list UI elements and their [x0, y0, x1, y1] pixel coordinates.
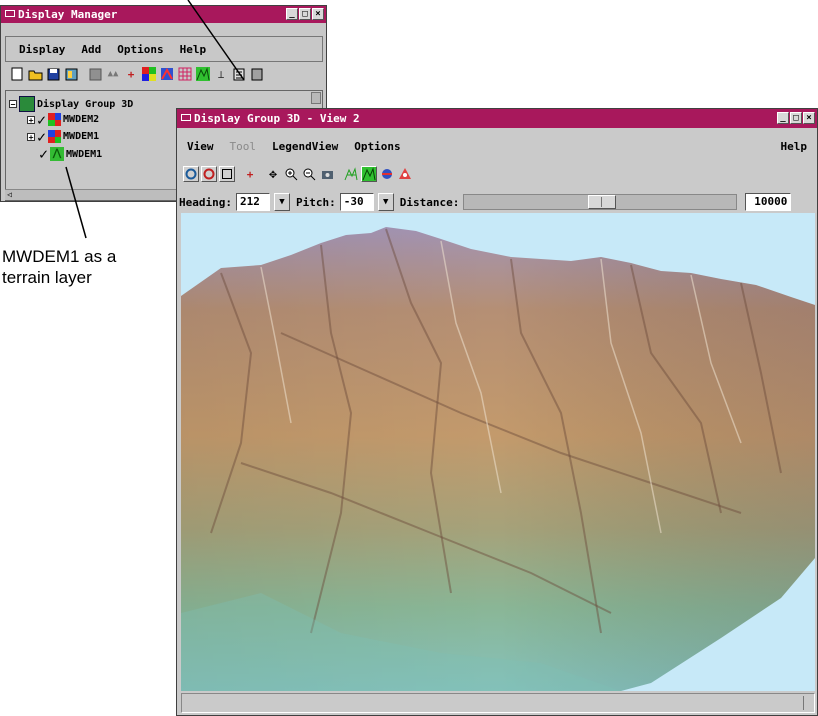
- list-icon[interactable]: [249, 66, 265, 82]
- add-raster-icon[interactable]: [141, 66, 157, 82]
- tree-layer-label: MWDEM2: [63, 114, 100, 125]
- add-terrain-icon[interactable]: [195, 66, 211, 82]
- raster-layer-icon: [48, 113, 62, 126]
- zoom-out-icon[interactable]: [301, 166, 317, 182]
- view-controls: Heading: 212 ▼ Pitch: -30 ▼ Distance: 10…: [179, 191, 815, 213]
- orbit-icon[interactable]: [379, 166, 395, 182]
- menu-options[interactable]: Options: [109, 43, 171, 56]
- menu-legendview[interactable]: LegendView: [264, 140, 346, 153]
- display-manager-title: Display Manager: [18, 8, 118, 21]
- annotation-line-1: MWDEM1 as a: [2, 247, 117, 266]
- add-text-icon[interactable]: ⊥: [213, 66, 229, 82]
- pan-icon[interactable]: ✥: [265, 166, 281, 182]
- minimize-icon[interactable]: _: [777, 112, 789, 124]
- view-menubar: View Tool LegendView Options Help: [177, 137, 817, 155]
- properties-icon[interactable]: [87, 66, 103, 82]
- pitch-field[interactable]: -30: [339, 193, 374, 211]
- terrain-solid-icon[interactable]: [361, 166, 377, 182]
- legend-icon[interactable]: [231, 66, 247, 82]
- view-title: Display Group 3D - View 2: [194, 112, 360, 125]
- redraw-all-icon[interactable]: [201, 166, 217, 182]
- camera-icon[interactable]: [319, 166, 335, 182]
- display-manager-menubar: Display Add Options Help: [1, 40, 326, 58]
- save-icon[interactable]: [45, 66, 61, 82]
- tree-group-label: Display Group 3D: [37, 98, 134, 110]
- add-layer-icon[interactable]: +: [242, 166, 258, 182]
- view-toolbar: + ✥: [183, 166, 413, 182]
- tree-group-row[interactable]: − Display Group 3D: [9, 96, 133, 112]
- check-icon[interactable]: ✓: [37, 112, 46, 127]
- view-titlebar[interactable]: Display Group 3D - View 2 _ □ ×: [177, 109, 817, 128]
- close-icon[interactable]: ×: [312, 8, 324, 20]
- annotation-line-2: terrain layer: [2, 268, 92, 287]
- distance-field[interactable]: 10000: [745, 193, 792, 211]
- pitch-label: Pitch:: [295, 195, 336, 209]
- expand-icon[interactable]: +: [27, 132, 35, 141]
- heading-field[interactable]: 212: [235, 193, 270, 211]
- tree-layer-label: MWDEM1: [63, 131, 100, 142]
- menu-help[interactable]: Help: [773, 140, 818, 153]
- menu-options[interactable]: Options: [346, 140, 408, 153]
- layout-icon[interactable]: [63, 66, 79, 82]
- terrain-canvas[interactable]: [181, 213, 815, 691]
- annotation-label: MWDEM1 as a terrain layer: [2, 246, 116, 288]
- expand-icon[interactable]: +: [27, 115, 35, 124]
- open-folder-icon[interactable]: [27, 66, 43, 82]
- close-icon[interactable]: ×: [803, 112, 815, 124]
- status-bar: [181, 693, 815, 713]
- tree-layer-row[interactable]: ✓ ⋀ MWDEM1: [39, 147, 103, 162]
- distance-label: Distance:: [399, 195, 460, 209]
- full-view-icon[interactable]: [219, 166, 235, 182]
- heading-dropdown-icon[interactable]: ▼: [273, 193, 290, 211]
- display-manager-titlebar[interactable]: Display Manager _ □ ×: [1, 6, 326, 23]
- tree-scroll-up[interactable]: [311, 92, 321, 104]
- add-grid-icon[interactable]: [177, 66, 193, 82]
- minimize-icon[interactable]: _: [286, 8, 298, 20]
- zoom-in-icon[interactable]: [283, 166, 299, 182]
- heading-label: Heading:: [179, 195, 232, 209]
- maximize-icon[interactable]: □: [299, 8, 311, 20]
- add-layer-icon[interactable]: +: [123, 66, 139, 82]
- system-menu-icon[interactable]: [5, 10, 15, 17]
- new-group-icon[interactable]: [9, 66, 25, 82]
- check-icon[interactable]: ✓: [39, 147, 48, 162]
- display-manager-toolbar: ▲▲ + ⊥: [9, 66, 265, 82]
- pitch-dropdown-icon[interactable]: ▼: [377, 193, 394, 211]
- tree-layer-label: MWDEM1: [66, 148, 103, 160]
- terrain-wire-icon[interactable]: [343, 166, 359, 182]
- menu-display[interactable]: Display: [11, 43, 73, 56]
- check-icon[interactable]: ✓: [37, 129, 46, 144]
- system-menu-icon[interactable]: [181, 114, 191, 121]
- terrain-render: [181, 227, 815, 691]
- group-3d-icon: [19, 96, 35, 112]
- menu-view[interactable]: View: [179, 140, 222, 153]
- tree-layer-row[interactable]: + ✓ MWDEM1: [27, 129, 100, 144]
- terrain-layer-icon: ⋀: [50, 147, 65, 161]
- tree-layer-row[interactable]: + ✓ MWDEM2: [27, 112, 100, 127]
- menu-help[interactable]: Help: [172, 43, 215, 56]
- distance-slider-thumb[interactable]: [588, 195, 617, 209]
- add-vector-icon[interactable]: [159, 66, 175, 82]
- viewer-icon[interactable]: [397, 166, 413, 182]
- collapse-icon[interactable]: −: [9, 100, 17, 109]
- maximize-icon[interactable]: □: [790, 112, 802, 124]
- menu-add[interactable]: Add: [73, 43, 109, 56]
- menu-tool[interactable]: Tool: [222, 140, 265, 153]
- group-icon[interactable]: ▲▲: [105, 66, 121, 82]
- view-window: Display Group 3D - View 2 _ □ × View Too…: [176, 108, 818, 716]
- scroll-left-icon[interactable]: ◁: [7, 190, 12, 199]
- distance-slider[interactable]: [463, 194, 738, 210]
- redraw-icon[interactable]: [183, 166, 199, 182]
- raster-layer-icon: [48, 130, 62, 143]
